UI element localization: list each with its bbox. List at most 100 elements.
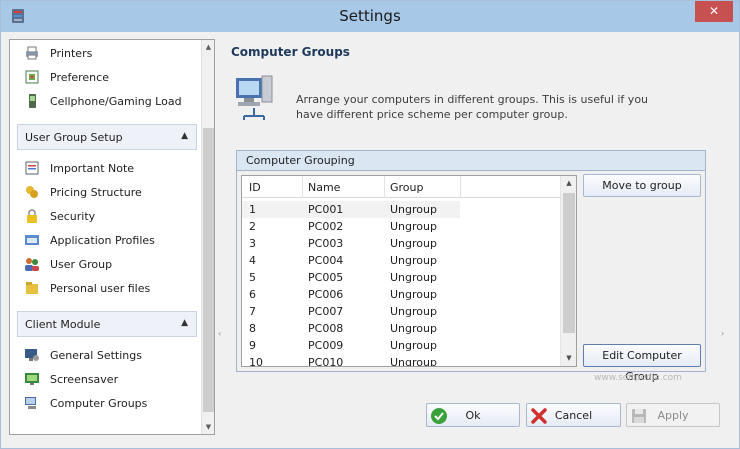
grid-scroll-thumb[interactable]: [563, 193, 575, 333]
sidebar-item-label: Computer Groups: [50, 396, 148, 410]
grid-header: ID Name Group: [242, 176, 562, 198]
cell-id: 4: [249, 254, 256, 267]
grid-scrollbar[interactable]: ▲ ▼: [560, 176, 576, 366]
ok-label: Ok: [465, 408, 481, 422]
cell-name: PC006: [308, 288, 344, 301]
sidebar-item-label: Personal user files: [50, 281, 151, 295]
chevron-up-icon[interactable]: ▲: [181, 131, 188, 141]
collapse-arrow-icon[interactable]: ›: [721, 329, 724, 338]
sidebar-item-label: Application Profiles: [50, 233, 155, 247]
apply-button[interactable]: Apply: [626, 403, 720, 427]
sidebar-item-security[interactable]: Security: [24, 206, 95, 226]
cell-id: 2: [249, 220, 256, 233]
sidebar-item-label: Cellphone/Gaming Load: [50, 94, 182, 108]
cell-id: 9: [249, 339, 256, 352]
cancel-button[interactable]: Cancel: [526, 403, 621, 427]
table-row[interactable]: 6 PC006 Ungroup: [242, 286, 562, 303]
chevron-up-icon[interactable]: ▲: [181, 318, 188, 328]
sidebar-item-cellphone[interactable]: Cellphone/Gaming Load: [24, 91, 182, 111]
scroll-up-icon[interactable]: ▲: [561, 176, 576, 191]
sidebar-item-label: Printers: [50, 46, 93, 60]
cell-group: Ungroup: [390, 322, 437, 335]
printer-icon: [26, 46, 38, 60]
apply-label: Apply: [657, 408, 689, 422]
title-bar[interactable]: Settings ✕: [1, 1, 739, 32]
table-row[interactable]: 5 PC005 Ungroup: [242, 269, 562, 286]
lock-icon: [27, 209, 37, 223]
computer-grouping-panel: Computer Grouping ID Name Group 1 PC001 Un…: [236, 150, 706, 383]
table-row[interactable]: 7 PC007 Ungroup: [242, 303, 562, 320]
cell-name: PC009: [308, 339, 344, 352]
sidebar-item-important-note[interactable]: Important Note: [24, 158, 134, 178]
application-icon: [25, 235, 39, 245]
computer-grid[interactable]: ID Name Group 1 PC001 Ungroup 2 PC002 Ungroup…: [241, 175, 577, 367]
sidebar-item-pricing-structure[interactable]: Pricing Structure: [24, 182, 142, 202]
window-title: Settings: [339, 7, 401, 25]
pricing-icon: [26, 186, 38, 198]
sidebar-item-personal-user-files[interactable]: Personal user files: [24, 278, 150, 298]
cell-id: 7: [249, 305, 256, 318]
files-icon: [26, 282, 38, 294]
table-row[interactable]: 4 PC004 Ungroup: [242, 252, 562, 269]
column-header-name[interactable]: Name: [308, 181, 340, 194]
group-header-user-group-setup[interactable]: User Group Setup ▲: [17, 124, 197, 150]
sidebar: Printers Preference Cellphone/Gaming Loa…: [9, 39, 215, 435]
screensaver-icon: [25, 373, 39, 385]
panel-title: Computer Grouping: [237, 151, 705, 171]
panel-splitter[interactable]: [220, 37, 224, 437]
table-row[interactable]: 9 PC009 Ungroup: [242, 337, 562, 354]
sidebar-item-label: Preference: [50, 70, 109, 84]
scroll-up-icon[interactable]: ▲: [202, 40, 214, 54]
preference-icon: [25, 70, 39, 84]
sidebar-scroll-thumb[interactable]: [203, 128, 214, 412]
column-header-group[interactable]: Group: [390, 181, 424, 194]
cell-name: PC005: [308, 271, 344, 284]
sidebar-item-label: Important Note: [50, 161, 135, 175]
group-header-label: Client Module: [25, 317, 101, 331]
sidebar-item-user-group[interactable]: User Group: [24, 254, 112, 274]
settings-icon: [25, 349, 39, 361]
cell-name: PC003: [308, 237, 344, 250]
sidebar-item-screensaver[interactable]: Screensaver: [24, 369, 118, 389]
cell-name: PC007: [308, 305, 344, 318]
splitter-arrow-icon[interactable]: ‹: [218, 329, 221, 338]
cell-group: Ungroup: [390, 288, 437, 301]
save-icon: [632, 409, 646, 423]
checkmark-icon: [431, 408, 447, 424]
cell-group: Ungroup: [390, 305, 437, 318]
cell-group: Ungroup: [390, 254, 437, 267]
table-row[interactable]: 3 PC003 Ungroup: [242, 235, 562, 252]
cell-group: Ungroup: [390, 271, 437, 284]
sidebar-item-label: Pricing Structure: [50, 185, 142, 199]
column-header-id[interactable]: ID: [249, 181, 261, 194]
table-row[interactable]: 2 PC002 Ungroup: [242, 218, 562, 235]
cell-group: Ungroup: [390, 356, 437, 367]
group-header-client-module[interactable]: Client Module ▲: [17, 311, 197, 337]
sidebar-item-general-settings[interactable]: General Settings: [24, 345, 142, 365]
cell-name: PC004: [308, 254, 344, 267]
move-to-group-button[interactable]: Move to group: [583, 174, 701, 197]
sidebar-item-computer-groups[interactable]: Computer Groups: [24, 393, 147, 413]
close-button[interactable]: ✕: [695, 1, 733, 22]
table-row[interactable]: 10 PC010 Ungroup: [242, 354, 562, 367]
scroll-down-icon[interactable]: ▼: [202, 420, 214, 434]
cancel-x-icon: [531, 408, 547, 424]
computer-icon: [25, 397, 36, 409]
users-icon: [25, 258, 39, 271]
scroll-down-icon[interactable]: ▼: [561, 351, 576, 366]
watermark: www.softpedia.com: [594, 373, 682, 383]
sidebar-item-application-profiles[interactable]: Application Profiles: [24, 230, 155, 250]
sidebar-scrollbar[interactable]: ▲ ▼: [201, 40, 214, 434]
page-description: Arrange your computers in different grou…: [296, 93, 649, 121]
sidebar-item-preference[interactable]: Preference: [24, 67, 109, 87]
cell-id: 10: [249, 356, 263, 367]
table-row[interactable]: 1 PC001 Ungroup: [242, 201, 562, 218]
ok-button[interactable]: Ok: [426, 403, 520, 427]
cell-id: 5: [249, 271, 256, 284]
edit-computer-group-button[interactable]: Edit Computer Group: [583, 344, 701, 383]
cell-id: 8: [249, 322, 256, 335]
table-row[interactable]: 8 PC008 Ungroup: [242, 320, 562, 337]
sidebar-item-printers[interactable]: Printers: [24, 43, 92, 63]
settings-window: Settings ✕ Printers Preference Cellphone…: [0, 0, 740, 449]
cell-name: PC008: [308, 322, 344, 335]
